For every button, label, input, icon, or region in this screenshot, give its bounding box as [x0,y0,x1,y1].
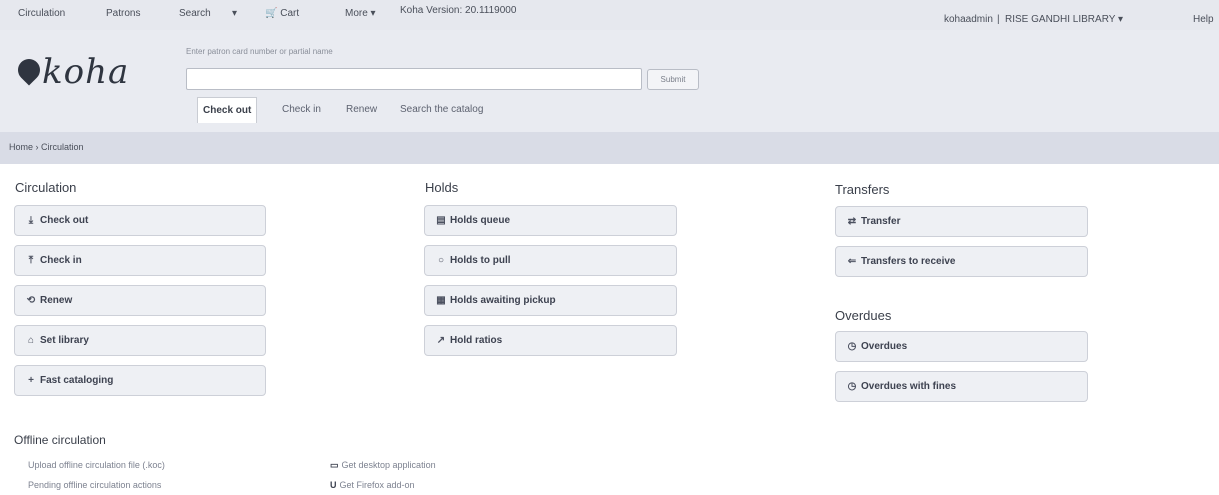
koha-leaf-icon [13,54,45,86]
top-navbar: Circulation Patrons Search ▾ 🛒 Cart More… [0,0,1219,30]
set-library-label: Set library [40,335,89,346]
firefox-addon-link[interactable]: U Get Firefox add-on [330,480,415,490]
transfer-icon: ⇄ [847,216,857,227]
nav-separator: | [997,14,1000,25]
nav-patrons[interactable]: Patrons [106,8,140,19]
overdues-heading: Overdues [835,308,892,323]
transfers-to-receive-button[interactable]: ⇐ Transfers to receive [835,246,1088,277]
breadcrumb-bar [0,132,1219,164]
circulation-heading: Circulation [15,180,77,195]
renew-icon: ⟲ [26,295,36,306]
nav-search[interactable]: Search [179,8,211,19]
transfers-to-receive-label: Transfers to receive [861,256,956,267]
check-in-label: Check in [40,255,82,266]
calendar-icon: ▦ [436,295,446,306]
transfer-label: Transfer [861,216,901,227]
library-selector[interactable]: RISE GANDHI LIBRARY ▾ [1005,14,1123,25]
firefox-icon: U [330,480,337,490]
holds-queue-label: Holds queue [450,215,511,226]
renew-label: Renew [40,295,73,306]
check-in-icon: ⤒ [28,255,34,266]
holds-awaiting-pickup-button[interactable]: ▦ Holds awaiting pickup [424,285,677,316]
receive-icon: ⇐ [847,256,857,267]
fast-cataloging-button[interactable]: + Fast cataloging [14,365,266,396]
holds-to-pull-button[interactable]: ○ Holds to pull [424,245,677,276]
nav-cart-label: Cart [280,8,300,19]
desktop-icon: ▭ [330,460,339,470]
tab-search-catalog[interactable]: Search the catalog [400,97,483,123]
koha-logo[interactable]: koha [13,52,130,92]
submit-button[interactable]: Submit [647,69,699,90]
tab-renew[interactable]: Renew [346,97,377,123]
logged-in-user[interactable]: kohaadmin [944,14,993,25]
nav-help[interactable]: Help [1193,14,1214,25]
holds-to-pull-icon: ○ [437,255,445,266]
hold-ratios-button[interactable]: ↗ Hold ratios [424,325,677,356]
fast-cataloging-label: Fast cataloging [40,375,114,386]
overdues-with-fines-button[interactable]: ◷ Overdues with fines [835,371,1088,402]
overdues-with-fines-label: Overdues with fines [861,381,957,392]
holds-heading: Holds [425,180,459,195]
pending-offline-actions-link[interactable]: Pending offline circulation actions [28,480,161,490]
patron-search-input[interactable] [186,68,642,90]
overdues-label: Overdues [861,341,908,352]
desktop-app-label: Get desktop application [341,460,436,470]
desktop-app-link[interactable]: ▭ Get desktop application [330,460,436,471]
check-out-icon: ⤓ [28,215,34,226]
tab-check-out[interactable]: Check out [197,97,258,123]
breadcrumb: Home › Circulation [9,142,84,152]
nav-more[interactable]: More ▾ [345,8,376,19]
clock-icon: ◷ [847,381,857,392]
check-out-button[interactable]: ⤓ Check out [14,205,266,236]
nav-search-dropdown-caret[interactable]: ▾ [232,8,237,19]
offline-circulation-heading: Offline circulation [14,433,106,447]
set-library-icon: ⌂ [27,335,35,346]
tab-check-in[interactable]: Check in [282,97,321,123]
overdues-button[interactable]: ◷ Overdues [835,331,1088,362]
hold-ratios-label: Hold ratios [450,335,503,346]
search-hint: Enter patron card number or partial name [186,47,333,56]
holds-queue-icon: ▤ [436,215,446,226]
cart-icon: 🛒 [265,8,278,19]
breadcrumb-current: Circulation [41,142,84,152]
breadcrumb-home[interactable]: Home [9,142,33,152]
check-out-label: Check out [40,215,89,226]
clock-icon: ◷ [847,341,857,352]
transfer-button[interactable]: ⇄ Transfer [835,206,1088,237]
transfers-heading: Transfers [835,182,890,197]
nav-circulation[interactable]: Circulation [18,8,65,19]
koha-version: Koha Version: 20.1119000 [400,5,517,16]
upload-offline-file-link[interactable]: Upload offline circulation file (.koc) [28,460,165,470]
breadcrumb-separator: › [35,142,39,152]
koha-logo-text: koha [42,52,130,92]
holds-queue-button[interactable]: ▤ Holds queue [424,205,677,236]
holds-awaiting-pickup-label: Holds awaiting pickup [450,295,556,306]
renew-button[interactable]: ⟲ Renew [14,285,266,316]
plus-icon: + [28,375,34,386]
nav-cart[interactable]: 🛒 Cart [265,8,299,19]
check-in-button[interactable]: ⤒ Check in [14,245,266,276]
firefox-addon-label: Get Firefox add-on [339,480,415,490]
chart-icon: ↗ [436,335,446,346]
set-library-button[interactable]: ⌂ Set library [14,325,266,356]
holds-to-pull-label: Holds to pull [450,255,511,266]
